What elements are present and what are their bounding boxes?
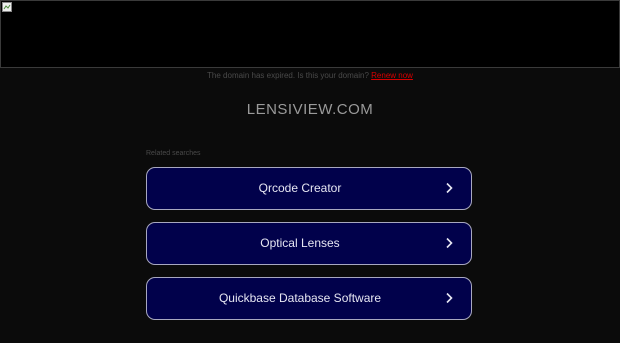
renew-now-link[interactable]: Renew now bbox=[371, 71, 413, 80]
related-search-label: Quickbase Database Software bbox=[218, 291, 382, 305]
related-search-item-quickbase-database-software[interactable]: Quickbase Database Software bbox=[146, 277, 472, 320]
broken-image-icon bbox=[2, 2, 12, 12]
top-banner-image[interactable] bbox=[0, 0, 620, 68]
related-search-label: Qrcode Creator bbox=[258, 181, 342, 195]
expired-notice-text: The domain has expired. Is this your dom… bbox=[207, 71, 369, 80]
related-search-label: Optical Lenses bbox=[260, 236, 340, 250]
chevron-right-icon bbox=[446, 182, 453, 194]
expired-notice: The domain has expired. Is this your dom… bbox=[0, 71, 620, 80]
related-searches-heading: Related searches bbox=[146, 150, 201, 157]
related-search-item-optical-lenses[interactable]: Optical Lenses bbox=[146, 222, 472, 265]
chevron-right-icon bbox=[446, 237, 453, 249]
related-search-item-qrcode-creator[interactable]: Qrcode Creator bbox=[146, 167, 472, 210]
domain-title: LENSIVIEW.COM bbox=[246, 101, 374, 118]
chevron-right-icon bbox=[446, 292, 453, 304]
